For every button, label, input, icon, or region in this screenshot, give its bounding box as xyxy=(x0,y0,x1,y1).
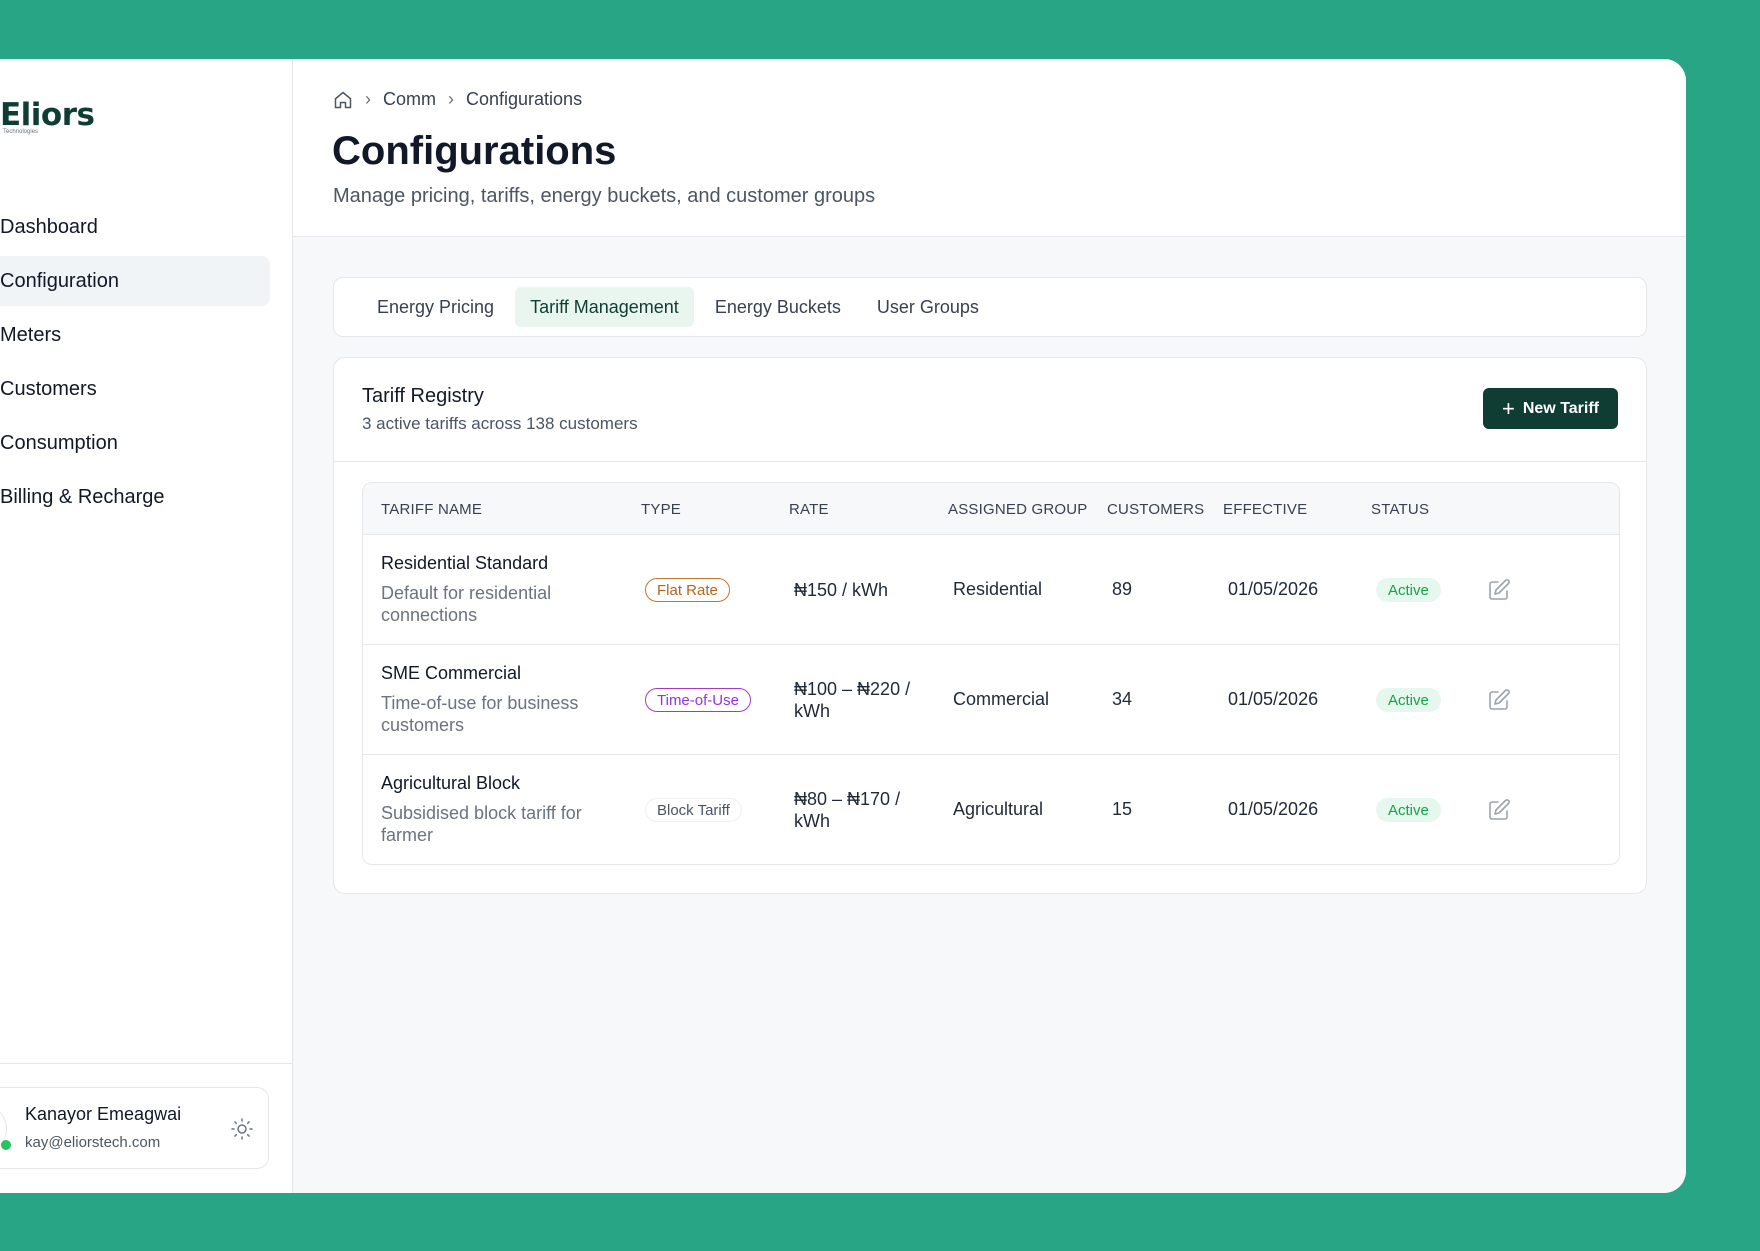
tab-user-groups[interactable]: User Groups xyxy=(862,287,994,327)
tariff-name: Residential Standard xyxy=(381,553,549,573)
tariff-description: Time-of-use for business customers xyxy=(381,693,579,735)
tariff-table: TARIFF NAME TYPE RATE ASSIGNED GROUP CUS… xyxy=(362,482,1620,865)
tariff-type-badge: Block Tariff xyxy=(645,798,742,822)
tariff-rate: ₦150 / kWh xyxy=(794,580,889,600)
status-badge: Active xyxy=(1376,688,1441,712)
new-tariff-label: New Tariff xyxy=(1522,399,1599,417)
tab-tariff-management[interactable]: Tariff Management xyxy=(515,287,694,327)
tariff-name: Agricultural Block xyxy=(381,773,521,793)
customer-count: 89 xyxy=(1112,579,1133,599)
effective-date: 01/05/2026 xyxy=(1228,689,1319,709)
tariff-description: Subsidised block tariff for farmer xyxy=(381,803,582,845)
tariff-registry-card: Tariff Registry 3 active tariffs across … xyxy=(333,357,1647,894)
tariff-rate: ₦80 – ₦170 / kWh xyxy=(794,789,901,831)
customer-count: 15 xyxy=(1112,799,1133,819)
card-title: Tariff Registry xyxy=(362,385,484,407)
table-header: TARIFF NAME TYPE RATE ASSIGNED GROUP CUS… xyxy=(363,483,1619,535)
app-window: Eliors Technologies Dashboard Configurat… xyxy=(0,59,1686,1193)
status-badge: Active xyxy=(1376,798,1441,822)
tab-energy-pricing[interactable]: Energy Pricing xyxy=(362,287,509,327)
edit-icon[interactable] xyxy=(1487,688,1511,712)
page-header: › Comm › Configurations Configurations M… xyxy=(293,59,1686,237)
sidebar-item-billing-recharge[interactable]: Billing & Recharge xyxy=(0,472,270,522)
tariff-rate: ₦100 – ₦220 / kWh xyxy=(794,679,911,721)
column-header-rate: RATE xyxy=(789,501,829,518)
effective-date: 01/05/2026 xyxy=(1228,579,1319,599)
tariff-type-badge: Flat Rate xyxy=(645,578,730,602)
tariff-description: Default for residential connections xyxy=(381,583,552,625)
user-name: Kanayor Emeagwai xyxy=(25,1104,182,1124)
sidebar: Eliors Technologies Dashboard Configurat… xyxy=(0,59,293,1193)
sidebar-divider xyxy=(0,1063,293,1064)
page-subtitle: Manage pricing, tariffs, energy buckets,… xyxy=(333,185,876,207)
plus-icon: + xyxy=(1501,395,1515,421)
breadcrumb: › Comm › Configurations xyxy=(333,89,582,110)
breadcrumb-item-configurations: Configurations xyxy=(466,89,583,109)
sidebar-item-meters[interactable]: Meters xyxy=(0,310,270,360)
assigned-group: Residential xyxy=(953,579,1043,599)
config-tabs: Energy Pricing Tariff Management Energy … xyxy=(333,277,1647,337)
main-content: › Comm › Configurations Configurations M… xyxy=(293,59,1686,1193)
chevron-right-icon: › xyxy=(448,89,454,109)
sidebar-nav: Dashboard Configuration Meters Customers… xyxy=(0,202,270,526)
table-row[interactable]: Residential Standard Default for residen… xyxy=(363,535,1619,645)
sidebar-item-configuration[interactable]: Configuration xyxy=(0,256,270,306)
online-status-dot xyxy=(1,1140,11,1150)
edit-icon[interactable] xyxy=(1487,578,1511,602)
tariff-type-badge: Time-of-Use xyxy=(645,688,751,712)
card-header: Tariff Registry 3 active tariffs across … xyxy=(334,358,1646,462)
sun-icon[interactable] xyxy=(230,1117,254,1141)
column-header-tariff-name: TARIFF NAME xyxy=(381,501,483,518)
column-header-type: TYPE xyxy=(641,501,681,518)
sidebar-item-consumption[interactable]: Consumption xyxy=(0,418,270,468)
effective-date: 01/05/2026 xyxy=(1228,799,1319,819)
card-subtitle: 3 active tariffs across 138 customers xyxy=(362,414,638,433)
sidebar-item-dashboard[interactable]: Dashboard xyxy=(0,202,270,252)
chevron-right-icon: › xyxy=(365,89,371,109)
sidebar-item-customers[interactable]: Customers xyxy=(0,364,270,414)
column-header-customers: CUSTOMERS xyxy=(1107,501,1205,518)
customer-count: 34 xyxy=(1112,689,1133,709)
column-header-status: STATUS xyxy=(1371,501,1430,518)
column-header-assigned-group: ASSIGNED GROUP xyxy=(948,501,1088,518)
user-profile-card[interactable]: Kanayor Emeagwai kay@eliorstech.com xyxy=(0,1087,269,1169)
status-badge: Active xyxy=(1376,578,1441,602)
home-icon[interactable] xyxy=(333,90,353,110)
breadcrumb-item-comm[interactable]: Comm xyxy=(383,89,436,110)
tab-energy-buckets[interactable]: Energy Buckets xyxy=(700,287,856,327)
table-row[interactable]: SME Commercial Time-of-use for business … xyxy=(363,645,1619,755)
page-title: Configurations xyxy=(332,129,617,173)
column-header-effective: EFFECTIVE xyxy=(1223,501,1308,518)
table-row[interactable]: Agricultural Block Subsidised block tari… xyxy=(363,755,1619,864)
assigned-group: Commercial xyxy=(953,689,1050,709)
new-tariff-button[interactable]: + New Tariff xyxy=(1483,388,1618,429)
user-email: kay@eliorstech.com xyxy=(25,1134,161,1151)
edit-icon[interactable] xyxy=(1487,798,1511,822)
assigned-group: Agricultural xyxy=(953,799,1044,819)
brand-tagline: Technologies xyxy=(3,129,39,135)
tariff-name: SME Commercial xyxy=(381,663,522,683)
brand-logo[interactable]: Eliors xyxy=(0,97,95,133)
